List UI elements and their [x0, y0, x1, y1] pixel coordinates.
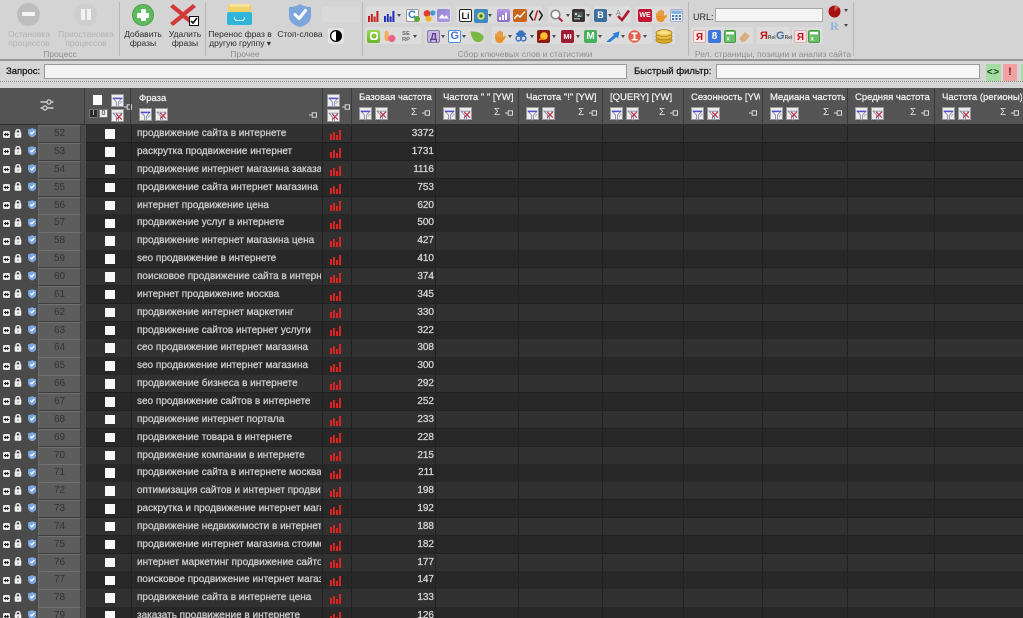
svg-text:x: x	[811, 36, 815, 41]
svg-text:x: x	[727, 36, 731, 41]
